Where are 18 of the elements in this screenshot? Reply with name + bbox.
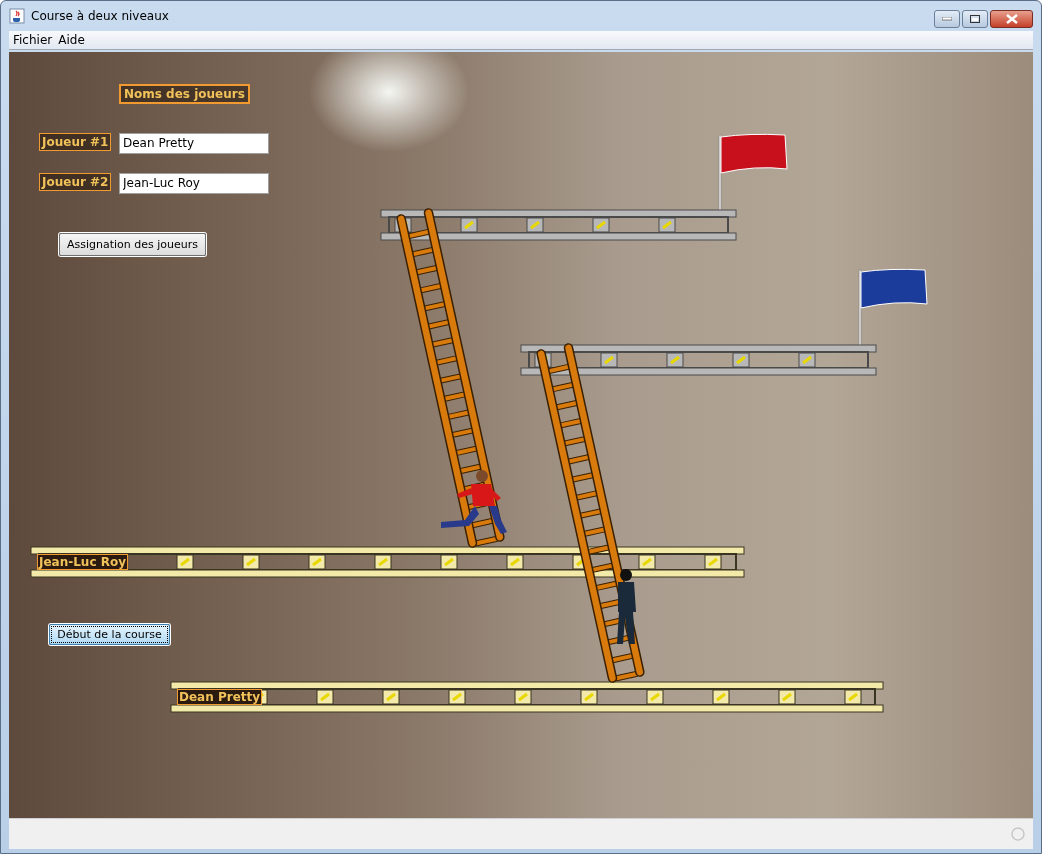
player-label: Joueur #1 xyxy=(39,132,112,151)
close-button[interactable] xyxy=(990,10,1033,28)
window-title: Course à deux niveaux xyxy=(31,8,170,23)
panel-heading: Noms des joueurs xyxy=(119,83,250,104)
close-icon xyxy=(1005,14,1018,24)
minimize-icon xyxy=(942,17,952,21)
runner-figure xyxy=(441,469,507,534)
busy-indicator-icon xyxy=(1011,827,1025,841)
java-cup-icon xyxy=(9,7,25,24)
maximize-button[interactable] xyxy=(962,10,988,28)
player-label: Joueur #2 xyxy=(39,172,112,191)
start-race-button[interactable]: Début de la course xyxy=(49,623,170,645)
player-name-field[interactable]: Jean-Luc Roy xyxy=(119,172,269,194)
player-name-field[interactable]: Dean Pretty xyxy=(119,132,269,154)
menu-item[interactable]: Fichier xyxy=(11,32,55,47)
menu-item[interactable]: Aide xyxy=(56,32,87,47)
restore-icon xyxy=(970,15,980,23)
assign-players-button[interactable]: Assignation des joueurs xyxy=(59,232,206,256)
